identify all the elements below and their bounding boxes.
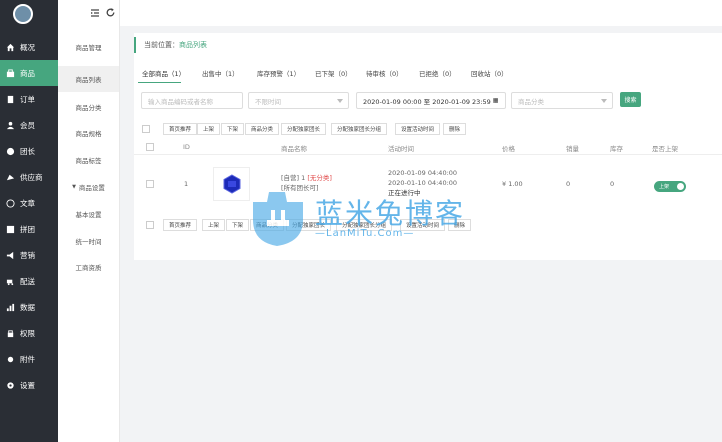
tab-on-sale[interactable]: 出售中（1） [202, 68, 239, 78]
row-checkbox[interactable] [146, 180, 154, 188]
batch-category-button[interactable]: 商品分类 [245, 123, 280, 135]
batch-assign-leader-group-button[interactable]: 分配独家团长分组 [331, 123, 388, 135]
column-header-stock: 库存 [610, 145, 623, 153]
brand-logo[interactable] [13, 4, 33, 24]
sidebar-item-leaders[interactable]: 团长 [0, 138, 58, 164]
subnav-item-product-tags[interactable]: 商品标签 [58, 147, 119, 173]
header-divider [134, 154, 722, 155]
watermark-title: 蓝米兔博客 [315, 197, 466, 230]
select-all-checkbox-bottom[interactable] [146, 221, 154, 229]
lock-icon [6, 329, 15, 338]
toggle-knob [677, 183, 684, 190]
subnav-item-product-category[interactable]: 商品分类 [58, 94, 119, 120]
bottom-off-shelf-button[interactable]: 下架 [226, 219, 250, 231]
sidebar-item-group-buy[interactable]: 拼团 [0, 216, 58, 242]
subnav-item-basic-settings[interactable]: 基本设置 [58, 201, 119, 227]
subnav-item-product-spec[interactable]: 商品规格 [58, 120, 119, 146]
column-header-on-shelf: 是否上架 [652, 145, 678, 153]
home-icon [6, 43, 15, 52]
subnav-item-product-list[interactable]: 商品列表 [58, 66, 119, 92]
marketing-icon [6, 251, 15, 260]
breadcrumb: 当前位置： 商品列表 [134, 37, 207, 53]
top-bar [91, 0, 722, 26]
column-header-sales: 销量 [566, 145, 579, 153]
select-all-checkbox[interactable] [142, 125, 150, 133]
watermark-url: —LanMiTu.Com— [315, 228, 415, 239]
row-stock: 0 [610, 180, 615, 188]
group-icon [6, 225, 15, 234]
chevron-down-icon [337, 99, 343, 103]
tab-stock-warning[interactable]: 库存预警（1） [257, 68, 300, 78]
main-sidebar: 概况 商品 订单 会员 团长 供应商 文章 拼团 营销 配送 数据 权限 附件 … [0, 0, 58, 442]
attachment-icon [6, 355, 15, 364]
sidebar-item-orders[interactable]: 订单 [0, 86, 58, 112]
header-checkbox[interactable] [146, 143, 154, 151]
search-button[interactable]: 搜索 [620, 92, 641, 107]
user-icon [6, 121, 15, 130]
tab-off-shelf[interactable]: 已下架（0） [315, 68, 352, 78]
date-range-picker[interactable]: 2020-01-09 00:00 至 2020-01-09 23:59 ▦ [356, 92, 506, 109]
menu-collapse-icon[interactable] [90, 8, 100, 18]
leader-icon [6, 147, 15, 156]
sidebar-item-members[interactable]: 会员 [0, 112, 58, 138]
subnav-item-business-qualification[interactable]: 工商资质 [58, 254, 119, 280]
batch-set-activity-time-button[interactable]: 设置活动时间 [395, 123, 441, 135]
subnav-item-unified-time[interactable]: 统一时间 [58, 228, 119, 254]
order-icon [6, 95, 15, 104]
tab-recycle-bin[interactable]: 回收站（0） [471, 68, 508, 78]
column-header-name: 商品名称 [281, 145, 307, 153]
row-sales: 0 [566, 180, 571, 188]
tab-rejected[interactable]: 已拒绝（0） [419, 68, 456, 78]
product-thumbnail[interactable] [213, 167, 250, 201]
time-filter-select[interactable]: 不限时间 [248, 92, 349, 109]
column-header-activity-time: 活动时间 [388, 145, 414, 153]
refresh-icon[interactable] [105, 7, 116, 18]
sidebar-item-settings[interactable]: 设置 [0, 372, 58, 398]
category-select[interactable]: 商品分类 [511, 92, 613, 109]
sidebar-item-attachments[interactable]: 附件 [0, 346, 58, 372]
calendar-icon: ▦ [492, 97, 499, 104]
chart-icon [6, 303, 15, 312]
sidebar-item-delivery[interactable]: 配送 [0, 268, 58, 294]
sidebar-item-suppliers[interactable]: 供应商 [0, 164, 58, 190]
caret-down-icon: ▼ [72, 184, 76, 190]
watermark: 蓝米兔博客 —LanMiTu.Com— [247, 190, 487, 248]
row-id: 1 [184, 180, 189, 188]
secondary-nav: 商品管理 商品列表 商品分类 商品规格 商品标签 ▼ 商品设置 基本设置 统一时间… [58, 0, 120, 442]
active-tab-indicator [138, 82, 181, 83]
gear-icon [6, 381, 15, 390]
sidebar-item-overview[interactable]: 概况 [0, 34, 58, 60]
subnav-section-product-settings[interactable]: ▼ 商品设置 [58, 174, 119, 200]
batch-assign-leader-button[interactable]: 分配独家团长 [281, 123, 327, 135]
product-icon [6, 68, 15, 78]
sidebar-item-marketing[interactable]: 营销 [0, 242, 58, 268]
batch-home-recommend-button[interactable]: 首页推荐 [163, 123, 198, 135]
row-price: ¥ 1.00 [502, 180, 523, 188]
watermark-logo [253, 192, 303, 246]
article-icon [6, 198, 15, 208]
breadcrumb-current[interactable]: 商品列表 [179, 40, 207, 50]
batch-on-shelf-button[interactable]: 上架 [197, 123, 221, 135]
bottom-on-shelf-button[interactable]: 上架 [202, 219, 226, 231]
column-header-id: ID [183, 143, 190, 151]
supplier-icon [6, 173, 15, 182]
on-shelf-toggle[interactable]: 上架 [654, 181, 686, 192]
tab-pending-review[interactable]: 待审核（0） [366, 68, 403, 78]
chevron-down-icon [601, 99, 607, 103]
sidebar-item-data[interactable]: 数据 [0, 294, 58, 320]
sidebar-item-permissions[interactable]: 权限 [0, 320, 58, 346]
tab-all-products[interactable]: 全部商品（1） [142, 68, 185, 78]
column-header-price: 价格 [502, 145, 515, 153]
bottom-home-recommend-button[interactable]: 首页推荐 [163, 219, 198, 231]
delivery-icon [6, 277, 15, 286]
sidebar-item-articles[interactable]: 文章 [0, 190, 58, 216]
batch-off-shelf-button[interactable]: 下架 [221, 123, 245, 135]
sidebar-item-products[interactable]: 商品 [0, 60, 58, 86]
batch-delete-button[interactable]: 删除 [443, 123, 467, 135]
subnav-section-product-management: 商品管理 [75, 44, 102, 52]
keyword-search-input[interactable]: 输入商品编码或者名称 [141, 92, 243, 109]
